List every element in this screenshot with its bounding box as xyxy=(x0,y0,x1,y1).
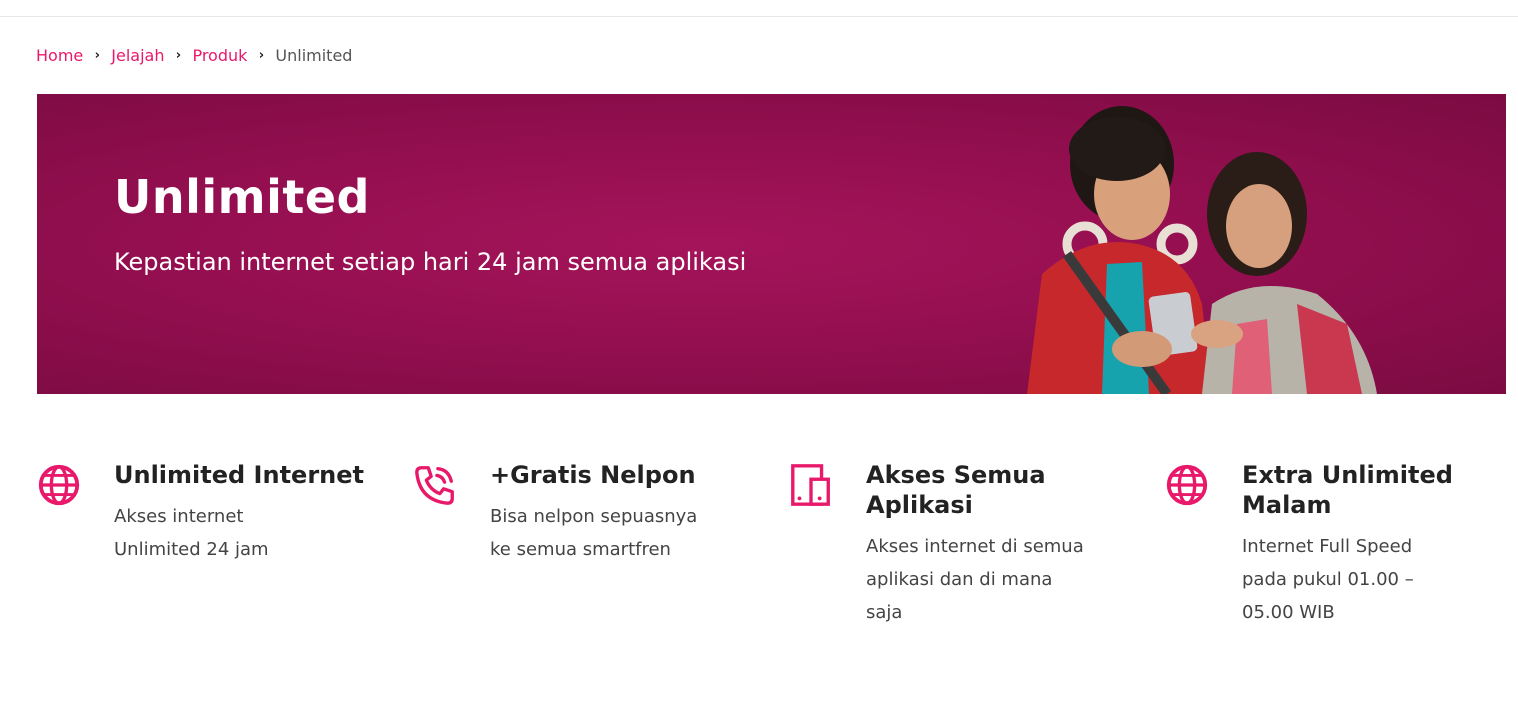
feature-title-line: Akses Semua xyxy=(866,461,1046,489)
feature-title-line: Malam xyxy=(1242,491,1332,519)
feature-description-line: 05.00 WIB xyxy=(1242,602,1335,623)
feature-description: Akses internet Unlimited 24 jam xyxy=(114,500,354,566)
header-divider xyxy=(0,16,1518,17)
page-title: Unlimited xyxy=(114,170,370,224)
feature-title: +Gratis Nelpon xyxy=(490,461,696,489)
feature-description-line: Internet Full Speed xyxy=(1242,536,1413,557)
feature-title-line: Aplikasi xyxy=(866,491,973,519)
chevron-right-icon: › xyxy=(258,47,265,63)
hero-banner: Unlimited Kepastian internet setiap hari… xyxy=(37,94,1506,394)
hero-subtitle: Kepastian internet setiap hari 24 jam se… xyxy=(114,248,747,276)
feature-description: Akses internet di semua aplikasi dan di … xyxy=(866,530,1106,629)
feature-title-line: Extra Unlimited xyxy=(1242,461,1453,489)
feature-description-line: Akses internet di semua xyxy=(866,536,1084,557)
hero-people-image xyxy=(1027,106,1377,394)
feature-title: Extra Unlimited Malam xyxy=(1242,460,1518,520)
chevron-right-icon: › xyxy=(175,47,182,63)
chevron-right-icon: › xyxy=(94,47,100,63)
feature-description-line: aplikasi dan di mana xyxy=(866,569,1053,590)
breadcrumb-home-link[interactable]: Home xyxy=(36,46,83,65)
feature-description-line: saja xyxy=(866,602,903,623)
globe-icon xyxy=(38,464,80,506)
breadcrumb-produk-link[interactable]: Produk xyxy=(192,46,247,65)
feature-description-line: ke semua smartfren xyxy=(490,539,671,560)
feature-description-line: Bisa nelpon sepuasnya xyxy=(490,506,698,527)
feature-description-line: Akses internet xyxy=(114,506,244,527)
feature-title: Akses Semua Aplikasi xyxy=(866,460,1146,520)
feature-title: Unlimited Internet xyxy=(114,461,364,489)
breadcrumb-jelajah-link[interactable]: Jelajah xyxy=(111,46,164,65)
feature-description-line: pada pukul 01.00 – xyxy=(1242,569,1414,590)
feature-description-line: Unlimited 24 jam xyxy=(114,539,269,560)
feature-description: Bisa nelpon sepuasnya ke semua smartfren xyxy=(490,500,730,566)
breadcrumb: Home › Jelajah › Produk › Unlimited xyxy=(36,44,352,66)
breadcrumb-current: Unlimited xyxy=(275,45,353,65)
devices-icon xyxy=(791,464,830,506)
feature-description: Internet Full Speed pada pukul 01.00 – 0… xyxy=(1242,530,1482,629)
phone-call-icon xyxy=(415,466,454,505)
globe-icon xyxy=(1166,464,1208,506)
